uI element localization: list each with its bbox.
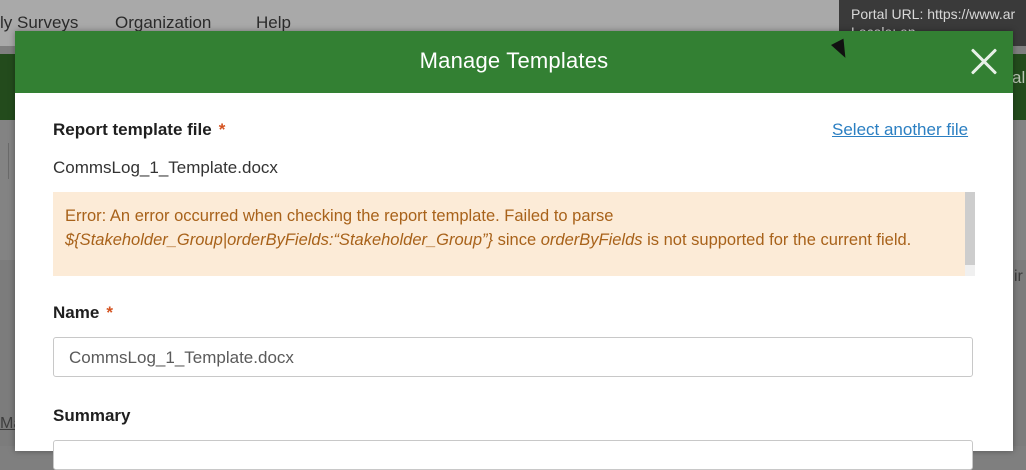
scrollbar-thumb[interactable]: [965, 192, 975, 265]
error-message: Error: An error occurred when checking t…: [65, 204, 955, 252]
error-suffix: is not supported for the current field.: [642, 231, 912, 249]
name-input[interactable]: CommsLog_1_Template.docx: [53, 337, 973, 377]
dialog-title: Manage Templates: [419, 48, 609, 73]
portal-url: Portal URL: https://www.ar: [851, 6, 1016, 22]
summary-label: Summary: [53, 406, 131, 425]
required-mark: *: [106, 303, 113, 322]
name-label-text: Name: [53, 303, 100, 322]
background-text: ir: [1014, 268, 1023, 285]
template-filename: CommsLog_1_Template.docx: [53, 158, 278, 177]
nav-item-organization[interactable]: Organization: [115, 13, 211, 33]
name-label: Name *: [53, 303, 113, 323]
summary-input[interactable]: [53, 440, 973, 470]
nav-item-help[interactable]: Help: [256, 13, 291, 33]
error-expression: ${Stakeholder_Group|orderByFields:“Stake…: [65, 231, 494, 249]
background-header-text: al: [1012, 68, 1026, 87]
background-divider: [8, 143, 9, 179]
required-mark: *: [218, 120, 226, 139]
dialog-header: Manage Templates: [15, 31, 1013, 93]
select-another-file-link[interactable]: Select another file: [832, 120, 968, 140]
report-template-label: Report template file *: [53, 120, 225, 140]
report-template-label-text: Report template file: [53, 120, 212, 139]
error-middle: since: [493, 231, 541, 249]
error-prefix: Error: An error occurred when checking t…: [65, 207, 614, 225]
error-scrollbar[interactable]: [965, 192, 975, 276]
error-message-box: Error: An error occurred when checking t…: [53, 192, 965, 276]
close-icon[interactable]: [965, 43, 1003, 81]
error-keyword: orderByFields: [540, 231, 643, 249]
nav-item-surveys[interactable]: ly Surveys: [0, 13, 78, 33]
manage-templates-dialog: Manage Templates Report template file * S…: [15, 31, 1013, 470]
